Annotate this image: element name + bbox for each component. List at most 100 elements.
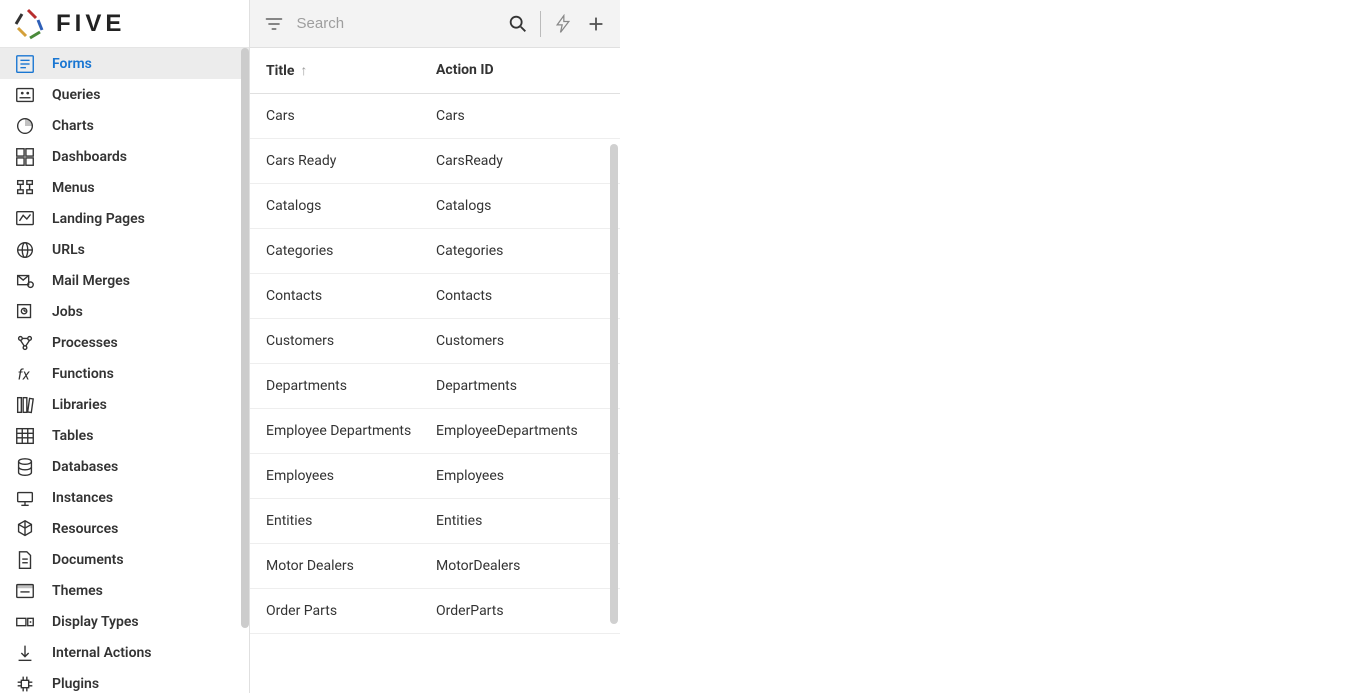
filter-icon[interactable]: [260, 6, 289, 42]
lightning-icon[interactable]: [549, 6, 578, 42]
mail-icon: [12, 270, 38, 292]
display-icon: [12, 611, 38, 633]
library-icon: [12, 394, 38, 416]
sidebar-item-label: Libraries: [52, 397, 107, 413]
theme-icon: [12, 580, 38, 602]
sidebar-item-label: Themes: [52, 583, 103, 599]
sidebar-item-label: Display Types: [52, 614, 139, 630]
sidebar-item-display-types[interactable]: Display Types: [0, 606, 249, 637]
sidebar-item-processes[interactable]: Processes: [0, 327, 249, 358]
column-header-action-id[interactable]: Action ID: [436, 62, 604, 79]
sidebar-item-documents[interactable]: Documents: [0, 544, 249, 575]
toolbar-divider: [540, 11, 541, 37]
sidebar-item-label: Menus: [52, 180, 95, 196]
sidebar-item-label: Processes: [52, 335, 118, 351]
cell-title: Customers: [266, 333, 436, 349]
sidebar-item-label: Internal Actions: [52, 645, 152, 661]
list-panel: Title ↑ Action ID CarsCarsCars ReadyCars…: [250, 0, 620, 693]
table-row[interactable]: ContactsContacts: [250, 274, 620, 319]
sidebar-item-forms[interactable]: Forms: [0, 48, 249, 79]
cell-title: Employee Departments: [266, 423, 436, 439]
landing-icon: [12, 208, 38, 230]
sidebar-item-internal-actions[interactable]: Internal Actions: [0, 637, 249, 668]
table-row[interactable]: CustomersCustomers: [250, 319, 620, 364]
sidebar: FIVE Forms Queries Charts Dashboards Menus La…: [0, 0, 250, 693]
sidebar-item-label: Queries: [52, 87, 100, 103]
sidebar-item-instances[interactable]: Instances: [0, 482, 249, 513]
table-row[interactable]: CategoriesCategories: [250, 229, 620, 274]
cell-title: Cars: [266, 108, 436, 124]
list-toolbar: [250, 0, 620, 48]
dashboard-icon: [12, 146, 38, 168]
sidebar-item-label: Forms: [52, 56, 92, 72]
table-row[interactable]: Order PartsOrderParts: [250, 589, 620, 634]
menu-icon: [12, 177, 38, 199]
sidebar-item-label: Functions: [52, 366, 114, 382]
job-icon: [12, 301, 38, 323]
sidebar-item-urls[interactable]: URLs: [0, 234, 249, 265]
instance-icon: [12, 487, 38, 509]
table-icon: [12, 425, 38, 447]
table-row[interactable]: Motor DealersMotorDealers: [250, 544, 620, 589]
sidebar-item-jobs[interactable]: Jobs: [0, 296, 249, 327]
list-scrollbar[interactable]: [610, 144, 618, 624]
cell-action-id: CarsReady: [436, 153, 604, 169]
table-row[interactable]: DepartmentsDepartments: [250, 364, 620, 409]
cell-title: Order Parts: [266, 603, 436, 619]
table-row[interactable]: CatalogsCatalogs: [250, 184, 620, 229]
sidebar-item-databases[interactable]: Databases: [0, 451, 249, 482]
table-row[interactable]: EmployeesEmployees: [250, 454, 620, 499]
form-icon: [12, 53, 38, 75]
cell-title: Departments: [266, 378, 436, 394]
sidebar-item-menus[interactable]: Menus: [0, 172, 249, 203]
sidebar-item-tables[interactable]: Tables: [0, 420, 249, 451]
sidebar-item-dashboards[interactable]: Dashboards: [0, 141, 249, 172]
sidebar-item-resources[interactable]: Resources: [0, 513, 249, 544]
plugin-icon: [12, 673, 38, 693]
sidebar-item-label: Dashboards: [52, 149, 127, 165]
resource-icon: [12, 518, 38, 540]
sidebar-item-libraries[interactable]: Libraries: [0, 389, 249, 420]
cell-action-id: OrderParts: [436, 603, 604, 619]
cell-title: Contacts: [266, 288, 436, 304]
table-row[interactable]: Employee DepartmentsEmployeeDepartments: [250, 409, 620, 454]
logo-text: FIVE: [56, 10, 125, 38]
url-icon: [12, 239, 38, 261]
sidebar-item-landing-pages[interactable]: Landing Pages: [0, 203, 249, 234]
table-row[interactable]: EntitiesEntities: [250, 499, 620, 544]
sidebar-item-label: Databases: [52, 459, 118, 475]
sidebar-item-label: Landing Pages: [52, 211, 145, 227]
logo-icon: [8, 4, 48, 44]
sidebar-item-queries[interactable]: Queries: [0, 79, 249, 110]
cell-action-id: Departments: [436, 378, 604, 394]
sidebar-item-label: Mail Merges: [52, 273, 130, 289]
table-row[interactable]: CarsCars: [250, 94, 620, 139]
sidebar-item-mail-merges[interactable]: Mail Merges: [0, 265, 249, 296]
sidebar-item-plugins[interactable]: Plugins: [0, 668, 249, 693]
query-icon: [12, 84, 38, 106]
cell-title: Catalogs: [266, 198, 436, 214]
sidebar-scrollbar-thumb[interactable]: [241, 48, 249, 628]
table-row[interactable]: Cars ReadyCarsReady: [250, 139, 620, 184]
app-root: FIVE Forms Queries Charts Dashboards Menus La…: [0, 0, 1348, 693]
cell-action-id: Entities: [436, 513, 604, 529]
cell-action-id: Catalogs: [436, 198, 604, 214]
main-area: [620, 0, 1348, 693]
search-input[interactable]: [293, 9, 500, 38]
column-header-title[interactable]: Title ↑: [266, 62, 436, 79]
add-icon[interactable]: [581, 6, 610, 42]
search-icon[interactable]: [504, 6, 533, 42]
sidebar-item-themes[interactable]: Themes: [0, 575, 249, 606]
sidebar-item-label: Documents: [52, 552, 124, 568]
sort-asc-icon: ↑: [300, 62, 307, 79]
sidebar-item-charts[interactable]: Charts: [0, 110, 249, 141]
cell-action-id: EmployeeDepartments: [436, 423, 604, 439]
sidebar-item-label: Jobs: [52, 304, 83, 320]
sidebar-item-label: Charts: [52, 118, 94, 134]
cell-title: Categories: [266, 243, 436, 259]
sidebar-scrollbar[interactable]: [241, 48, 249, 693]
sidebar-item-label: Plugins: [52, 676, 99, 692]
sidebar-item-label: Instances: [52, 490, 113, 506]
cell-title: Entities: [266, 513, 436, 529]
sidebar-item-functions[interactable]: fxFunctions: [0, 358, 249, 389]
